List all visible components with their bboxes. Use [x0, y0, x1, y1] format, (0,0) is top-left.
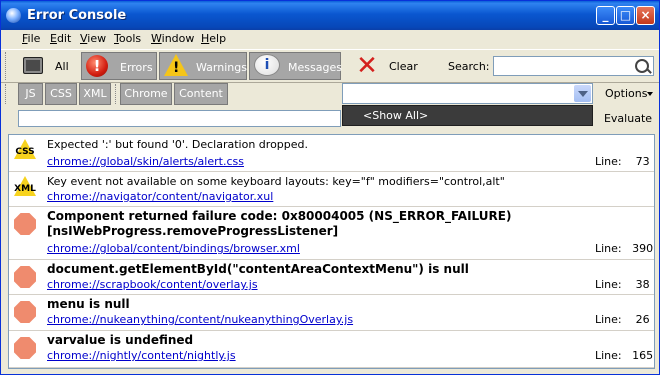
filter-xml-button[interactable]: XML: [79, 83, 111, 105]
all-label: All: [55, 60, 69, 73]
filter-content-button[interactable]: Content: [174, 83, 228, 105]
search-label: Search:: [448, 60, 490, 73]
list-item[interactable]: varvalue is undefined chrome://nightly/c…: [9, 331, 654, 368]
message-text: Expected ':' but found '0'. Declaration …: [47, 138, 309, 151]
source-combobox[interactable]: [342, 83, 593, 104]
line-number: Line: 26: [595, 313, 650, 326]
error-stop-icon: [14, 301, 36, 325]
line-number: Line: 73: [595, 155, 650, 168]
list-item[interactable]: CSS Expected ':' but found '0'. Declarat…: [9, 135, 654, 172]
evaluate-button[interactable]: Evaluate: [597, 108, 659, 130]
menu-file[interactable]: File: [22, 32, 40, 45]
close-button[interactable]: ×: [636, 6, 655, 25]
error-icon: !: [86, 55, 108, 77]
clear-label: Clear: [389, 60, 418, 73]
menu-view[interactable]: View: [80, 32, 106, 45]
line-number: Line: 38: [595, 278, 650, 291]
options-button[interactable]: Options: [597, 83, 659, 105]
xml-warning-icon: XML: [14, 176, 36, 200]
title-bar[interactable]: Error Console _ □ ×: [1, 1, 659, 30]
message-text: varvalue is undefined: [47, 333, 194, 347]
dropdown-arrow-icon: [647, 92, 653, 96]
clear-button[interactable]: ✕ Clear: [349, 52, 429, 80]
source-link[interactable]: chrome://nightly/content/nightly.js: [47, 349, 236, 362]
error-stop-icon: [14, 337, 36, 361]
css-warning-icon: CSS: [14, 139, 36, 163]
maximize-button[interactable]: □: [616, 6, 635, 25]
search-input[interactable]: [493, 56, 654, 76]
app-icon: [6, 8, 21, 23]
menu-help[interactable]: Help: [201, 32, 226, 45]
source-link[interactable]: chrome://scrapbook/content/overlay.js: [47, 278, 258, 291]
menu-window[interactable]: Window: [151, 32, 194, 45]
all-messages-icon: [23, 57, 43, 74]
list-item[interactable]: Component returned failure code: 0x80004…: [9, 207, 654, 260]
menu-edit[interactable]: Edit: [50, 32, 71, 45]
messages-button[interactable]: i Messages: [249, 52, 342, 80]
minimize-button[interactable]: _: [596, 6, 615, 25]
warnings-button[interactable]: ! Warnings: [159, 52, 247, 80]
message-text: Key event not available on some keyboard…: [47, 175, 505, 188]
errors-label: Errors: [120, 61, 153, 74]
source-link[interactable]: chrome://global/content/bindings/browser…: [47, 242, 300, 255]
chevron-down-icon[interactable]: [574, 85, 591, 102]
list-item[interactable]: menu is null chrome://nukeanything/conte…: [9, 295, 654, 331]
dropdown-item-show-all[interactable]: <Show All>: [363, 109, 428, 122]
message-text: menu is null: [47, 297, 130, 311]
search-icon[interactable]: [635, 59, 649, 73]
source-filter-bar: JS CSS XML Chrome Content Options: [1, 82, 659, 106]
toolbar-grip: [5, 52, 9, 80]
filter-js-button[interactable]: JS: [18, 83, 43, 105]
code-input[interactable]: [18, 110, 341, 127]
source-link[interactable]: chrome://nukeanything/content/nukeanythi…: [47, 313, 353, 326]
combobox-dropdown: <Show All>: [342, 105, 593, 126]
list-item[interactable]: document.getElementById("contentAreaCont…: [9, 260, 654, 295]
menu-tools[interactable]: Tools: [114, 32, 141, 45]
source-link[interactable]: chrome://navigator/content/navigator.xul: [47, 190, 273, 203]
error-stop-icon: [14, 266, 36, 290]
all-button[interactable]: All: [17, 52, 73, 80]
source-link[interactable]: chrome://global/skin/alerts/alert.css: [47, 155, 244, 168]
errors-button[interactable]: ! Errors: [81, 52, 157, 80]
error-stop-icon: [14, 213, 36, 237]
filter-toolbar: All ! Errors ! Warnings i Messages ✕ Cle…: [1, 49, 659, 83]
clear-x-icon: ✕: [356, 51, 378, 81]
list-item[interactable]: XML Key event not available on some keyb…: [9, 172, 654, 207]
options-label: Options: [605, 87, 648, 100]
warnings-label: Warnings: [196, 61, 247, 74]
warning-mark: !: [173, 60, 180, 76]
message-text: document.getElementById("contentAreaCont…: [47, 262, 469, 276]
filter-grip: [5, 84, 6, 104]
info-icon: i: [254, 54, 280, 76]
filter-css-button[interactable]: CSS: [45, 83, 77, 105]
console-message-list: CSS Expected ':' but found '0'. Declarat…: [8, 134, 655, 369]
messages-label: Messages: [288, 61, 342, 74]
filter-chrome-button[interactable]: Chrome: [120, 83, 172, 105]
error-console-window: Error Console _ □ × File Edit View Tools…: [0, 0, 660, 375]
message-text: Component returned failure code: 0x80004…: [47, 209, 512, 238]
line-number: Line: 390: [595, 242, 654, 255]
window-title: Error Console: [27, 8, 127, 23]
filter-separator: [115, 84, 116, 104]
menu-bar: File Edit View Tools Window Help: [1, 30, 659, 48]
line-number: Line: 165: [595, 349, 654, 362]
